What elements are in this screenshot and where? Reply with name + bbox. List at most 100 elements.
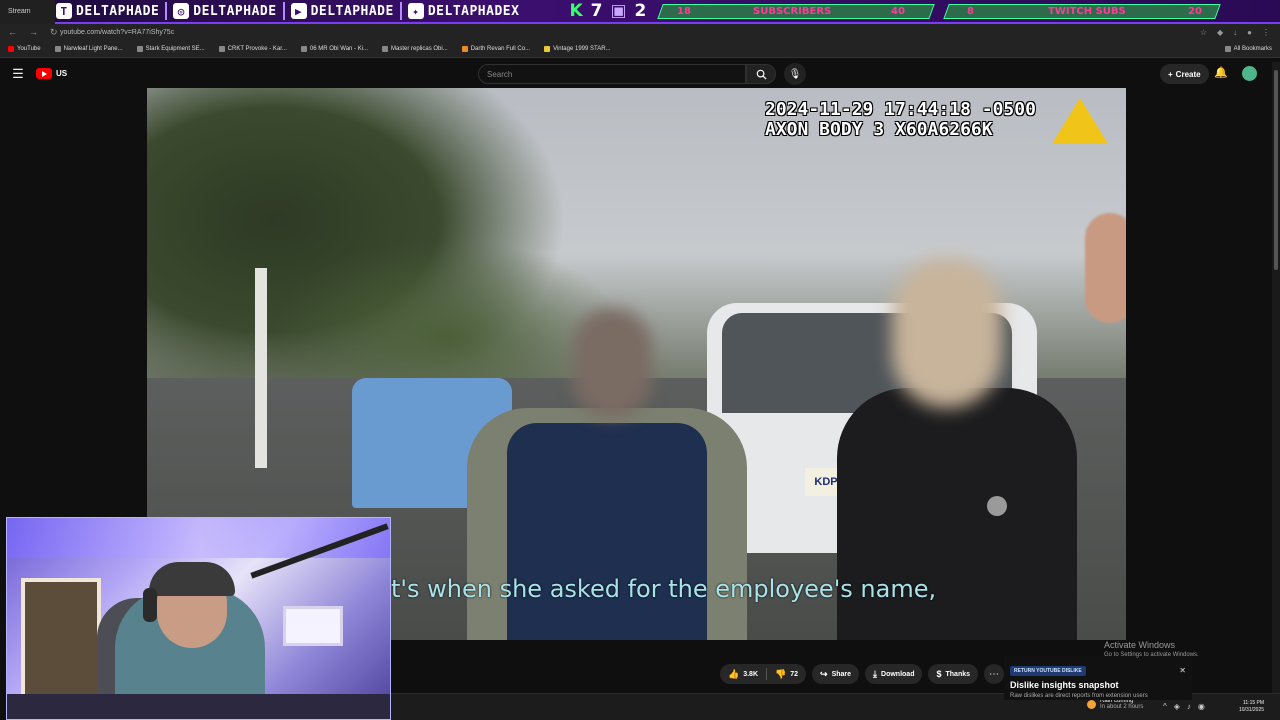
webcam-cap	[149, 562, 235, 596]
twitch-count: 2	[634, 1, 647, 21]
bookmark-label: Stark Equipment SE...	[145, 46, 205, 52]
star-icon[interactable]: ☆	[1200, 28, 1207, 37]
avatar[interactable]	[1242, 66, 1257, 81]
search-input[interactable]: Search	[478, 64, 746, 84]
axon-logo-icon	[1052, 98, 1108, 144]
wifi-icon[interactable]: ◉	[1198, 702, 1212, 711]
webcam-window	[283, 606, 343, 646]
like-dislike-group: 👍 3.8K 👎 72	[720, 664, 807, 684]
twitch-subs-goal: 20	[1187, 6, 1202, 17]
webcam-overlay	[6, 517, 391, 720]
download-icon: ⤓	[873, 668, 878, 679]
social-twitch: T DELTAPHADE	[56, 3, 159, 19]
video-scene-hand	[1085, 213, 1126, 323]
social-handles: T DELTAPHADE ◎ DELTAPHADE ▶ DELTAPHADE ✦ DEL…	[0, 0, 525, 23]
bodycam-stamp: 2024-11-29 17:44:18 -0500 AXON BODY 3 X6…	[765, 100, 1036, 140]
dislike-insights-popup: RETURN YOUTUBE DISLIKE Dislike insights …	[1004, 656, 1192, 700]
folder-icon	[1224, 46, 1231, 52]
social-youtube-name: DELTAPHADE	[310, 3, 394, 19]
microphone-icon: 🎙	[788, 68, 802, 80]
share-button[interactable]: ↪ Share	[812, 664, 860, 684]
browser-tab[interactable]: Stream	[0, 0, 55, 24]
popup-tag: RETURN YOUTUBE DISLIKE	[1010, 666, 1086, 676]
like-button[interactable]: 👍 3.8K	[720, 664, 766, 684]
instagram-icon: ◎	[173, 3, 190, 19]
bookmark-item[interactable]: 06 MR Obi Wan - Ki...	[300, 46, 368, 52]
tab-label: Stream	[8, 8, 31, 15]
divider	[282, 2, 285, 20]
social-twitter: ✦ DELTAPHADEX	[407, 3, 520, 19]
twitch-subs-label: TWITCH SUBS	[1047, 6, 1126, 17]
divider	[165, 2, 168, 20]
bookmark-item[interactable]: YouTube	[8, 46, 41, 52]
extension-icon[interactable]: ◆	[1217, 28, 1223, 37]
forward-icon[interactable]: →	[29, 27, 38, 38]
bookmark-favicon-icon	[136, 46, 143, 52]
weather-description: In about 2 hours	[1100, 704, 1144, 710]
social-instagram-name: DELTAPHADE	[193, 3, 277, 19]
all-bookmarks[interactable]: All Bookmarks	[1224, 46, 1272, 52]
thanks-icon: $	[936, 669, 942, 679]
social-twitch-name: DELTAPHADE	[76, 3, 160, 19]
subscribers-goal: 40	[891, 6, 906, 17]
video-actions: 👍 3.8K 👎 72 ↪ Share ⤓ Download $ Thanks ⋯	[720, 664, 1005, 684]
more-actions-icon[interactable]: ⋯	[984, 664, 1005, 684]
menu-icon[interactable]: ⋮	[1262, 28, 1270, 37]
network-icon[interactable]: ◈	[1174, 702, 1187, 711]
country-code: US	[56, 69, 68, 78]
chevron-up-icon[interactable]: ^	[1163, 702, 1174, 711]
twitch-subs-current: 8	[967, 6, 974, 17]
create-button[interactable]: + Create	[1160, 64, 1209, 84]
notifications-bell-icon[interactable]: 🔔	[1214, 66, 1228, 79]
bookmark-favicon-icon	[54, 46, 61, 52]
back-icon[interactable]: ←	[8, 27, 17, 38]
thanks-button[interactable]: $ Thanks	[928, 664, 979, 684]
weather-icon	[1087, 699, 1096, 709]
youtube-logo-icon[interactable]	[36, 68, 52, 79]
plus-icon: +	[1168, 69, 1173, 79]
volume-icon[interactable]: ♪	[1187, 702, 1198, 711]
close-icon[interactable]: ✕	[1179, 666, 1186, 675]
search-icon	[756, 69, 767, 80]
subscribers-goal-bar: 18 SUBSCRIBERS 40	[657, 4, 935, 19]
bookmark-favicon-icon	[300, 46, 307, 52]
profile-icon[interactable]: ●	[1247, 28, 1252, 37]
subscribers-current: 18	[677, 6, 691, 17]
bookmark-item[interactable]: Master replicas Obi...	[382, 46, 448, 52]
bodycam-timestamp: 2024-11-29 17:44:18 -0500	[765, 99, 1036, 120]
search-button[interactable]	[746, 64, 776, 84]
hamburger-menu-icon[interactable]: ☰	[0, 66, 36, 82]
bookmark-favicon-icon	[218, 46, 225, 52]
video-subtitle: t's when she asked for the employee's na…	[391, 575, 937, 603]
bookmark-item[interactable]: Vintage 1999 STAR...	[544, 46, 611, 52]
download-button[interactable]: ⤓ Download	[865, 664, 923, 684]
reload-icon[interactable]: ↻	[50, 27, 58, 38]
bookmark-item[interactable]: Stark Equipment SE...	[136, 46, 205, 52]
download-label: Download	[881, 670, 915, 678]
twitch-subs-goal-bar: 8 TWITCH SUBS 20	[943, 4, 1221, 19]
popup-description: Raw dislikes are direct reports from ext…	[1010, 693, 1148, 699]
dislike-button[interactable]: 👎 72	[767, 664, 806, 684]
voice-search-button[interactable]: 🎙	[784, 63, 806, 85]
system-tray: ^◈♪◉	[1163, 702, 1212, 711]
system-clock[interactable]: 11:15 PM 10/31/2025	[1239, 700, 1264, 714]
social-instagram: ◎ DELTAPHADE	[173, 3, 276, 19]
bookmark-item[interactable]: Narwleaf Light Pane...	[54, 46, 123, 52]
youtube-favicon-icon	[8, 46, 14, 52]
bookmark-item[interactable]: CRKT Provoke - Kar...	[218, 46, 287, 52]
twitch-icon: T	[56, 3, 72, 19]
bookmark-label: Master replicas Obi...	[391, 46, 448, 52]
man-vest	[507, 423, 707, 640]
divider	[399, 2, 402, 20]
webcam-desk	[7, 694, 390, 719]
bookmark-item[interactable]: Darth Revan Full Co...	[461, 46, 530, 52]
clock-time: 11:15 PM	[1243, 700, 1265, 706]
scrollbar-thumb[interactable]	[1274, 70, 1278, 270]
url-field[interactable]: youtube.com/watch?v=RA77iShy75c	[60, 29, 1200, 36]
popup-title: Dislike insights snapshot	[1010, 680, 1119, 690]
video-scene-trunk	[255, 268, 267, 468]
download-browser-icon[interactable]: ↓	[1233, 28, 1237, 37]
bookmark-label: Narwleaf Light Pane...	[63, 46, 123, 52]
bookmark-label: Vintage 1999 STAR...	[553, 46, 611, 52]
activate-description: Go to Settings to activate Windows.	[1104, 652, 1199, 658]
